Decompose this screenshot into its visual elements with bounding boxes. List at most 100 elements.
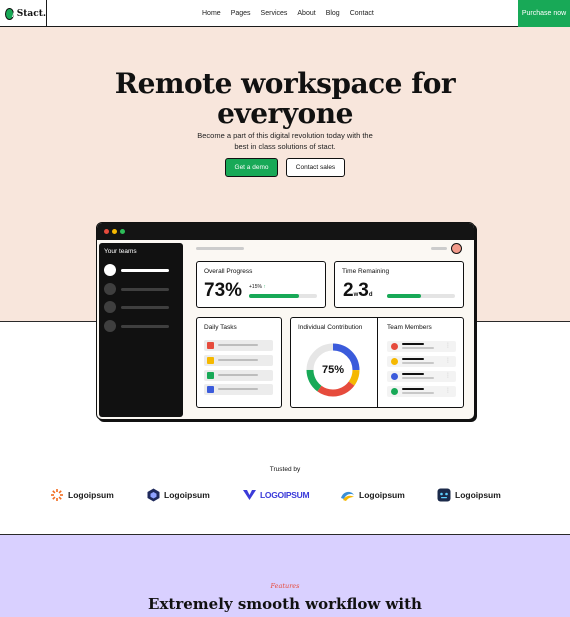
avatar [104, 301, 116, 313]
daily-tasks-card: Daily Tasks [196, 317, 282, 408]
features-kicker: Features [270, 582, 300, 590]
card-title: Overall Progress [204, 268, 253, 275]
time-days: 3 [358, 280, 369, 301]
member-role-placeholder [402, 362, 434, 364]
member-role-placeholder [402, 377, 434, 379]
task-color-square [207, 372, 214, 379]
team-item [104, 301, 179, 314]
member-role-placeholder [402, 392, 434, 394]
brand-name: Stact. [16, 8, 46, 19]
dashboard-mockup: Your teams Overall Progress 73% +15% ↑ T… [96, 222, 475, 420]
avatar [391, 358, 398, 365]
hero-title: Remote workspace for everyone [0, 69, 570, 129]
top-navigation: Stact. Home Pages Services About Blog Co… [0, 0, 570, 27]
header-placeholder-line [196, 247, 244, 250]
window-close-dot [104, 229, 109, 234]
team-item [104, 264, 179, 277]
avatar [104, 320, 116, 332]
time-remaining-card: Time Remaining 2w3d [334, 261, 464, 308]
task-placeholder-line [218, 374, 258, 376]
partner-logo: Logoipsum [147, 487, 210, 502]
team-member-row[interactable]: ⋮ [387, 356, 456, 367]
nav-link-about[interactable]: About [297, 10, 315, 17]
more-options-icon[interactable]: ⋮ [445, 342, 451, 349]
member-role-placeholder [402, 347, 434, 349]
avatar [104, 264, 116, 276]
avatar [391, 388, 398, 395]
nav-link-pages[interactable]: Pages [231, 10, 251, 17]
more-options-icon[interactable]: ⋮ [445, 357, 451, 364]
trusted-by-heading: Trusted by [269, 466, 301, 473]
member-name-placeholder [402, 388, 424, 390]
overall-progress-bar [249, 294, 317, 298]
partner-logo: Logoipsum [340, 487, 405, 502]
overall-progress-value: 73% [204, 280, 243, 301]
nav-menu: Home Pages Services About Blog Contact [202, 0, 374, 27]
team-name-placeholder [121, 269, 169, 272]
window-title-bar [97, 223, 474, 240]
contribution-value: 75% [321, 364, 345, 376]
nav-link-blog[interactable]: Blog [326, 10, 340, 17]
team-item [104, 320, 179, 333]
task-color-square [207, 357, 214, 364]
contribution-members-card: Individual Contribution 75% Team Members… [290, 317, 464, 408]
avatar [391, 343, 398, 350]
time-weeks: 2 [343, 280, 354, 301]
more-options-icon[interactable]: ⋮ [445, 372, 451, 379]
purchase-now-button[interactable]: Purchase now [518, 0, 570, 27]
header-placeholder-line [431, 247, 447, 250]
nav-link-home[interactable]: Home [202, 10, 221, 17]
card-title: Time Remaining [342, 268, 390, 275]
team-member-row[interactable]: ⋮ [387, 386, 456, 397]
arrow-up-icon: ↑ [263, 284, 266, 290]
hero-title-line-1: Remote workspace for [114, 67, 456, 100]
progress-change-badge: +15% ↑ [249, 284, 266, 290]
sidebar-title: Your teams [104, 248, 137, 255]
card-title: Daily Tasks [204, 324, 237, 331]
card-title: Individual Contribution [298, 324, 363, 331]
logo-text: Logoipsum [164, 489, 210, 500]
nav-link-services[interactable]: Services [261, 10, 288, 17]
member-name-placeholder [402, 373, 424, 375]
hero-title-line-2: everyone [217, 97, 353, 130]
task-color-square [207, 386, 214, 393]
wings-logo-icon [243, 489, 256, 500]
partner-logo: Logoipsum [50, 487, 114, 502]
team-members-list: ⋮ ⋮ ⋮ ⋮ [380, 318, 465, 407]
task-placeholder-line [218, 359, 258, 361]
task-item[interactable] [204, 370, 273, 381]
team-member-row[interactable]: ⋮ [387, 341, 456, 352]
contact-sales-button[interactable]: Contact sales [286, 158, 345, 177]
team-name-placeholder [121, 325, 169, 328]
member-name-placeholder [402, 343, 424, 345]
time-progress-bar [387, 294, 455, 298]
hexagon-logo-icon [147, 488, 160, 501]
progress-change-value: +15% [249, 284, 262, 290]
task-item[interactable] [204, 384, 273, 395]
features-section: Features Extremely smooth workflow with [0, 535, 570, 617]
logo-text: Logoipsum [359, 489, 405, 500]
sunburst-logo-icon [51, 488, 63, 501]
task-item[interactable] [204, 340, 273, 351]
teams-sidebar: Your teams [99, 243, 183, 417]
task-item[interactable] [204, 355, 273, 366]
logo-text: Logoipsum [68, 489, 114, 500]
avatar [391, 373, 398, 380]
partner-logo: LOGOIPSUM [243, 487, 310, 502]
nav-link-contact[interactable]: Contact [350, 10, 374, 17]
contribution-donut: 75% [304, 341, 362, 399]
team-name-placeholder [121, 306, 169, 309]
task-placeholder-line [218, 344, 258, 346]
card-divider [377, 318, 378, 407]
team-name-placeholder [121, 288, 169, 291]
features-title: Extremely smooth workflow with [148, 595, 422, 613]
logo-text: Logoipsum [455, 489, 501, 500]
get-demo-button[interactable]: Get a demo [225, 158, 278, 177]
brand-logo[interactable]: Stact. [0, 0, 47, 27]
robot-face-logo-icon [437, 488, 451, 501]
time-remaining-value: 2w3d [343, 280, 373, 302]
team-member-row[interactable]: ⋮ [387, 371, 456, 382]
more-options-icon[interactable]: ⋮ [445, 387, 451, 394]
hero-subtitle: Become a part of this digital revolution… [197, 131, 373, 151]
member-name-placeholder [402, 358, 424, 360]
